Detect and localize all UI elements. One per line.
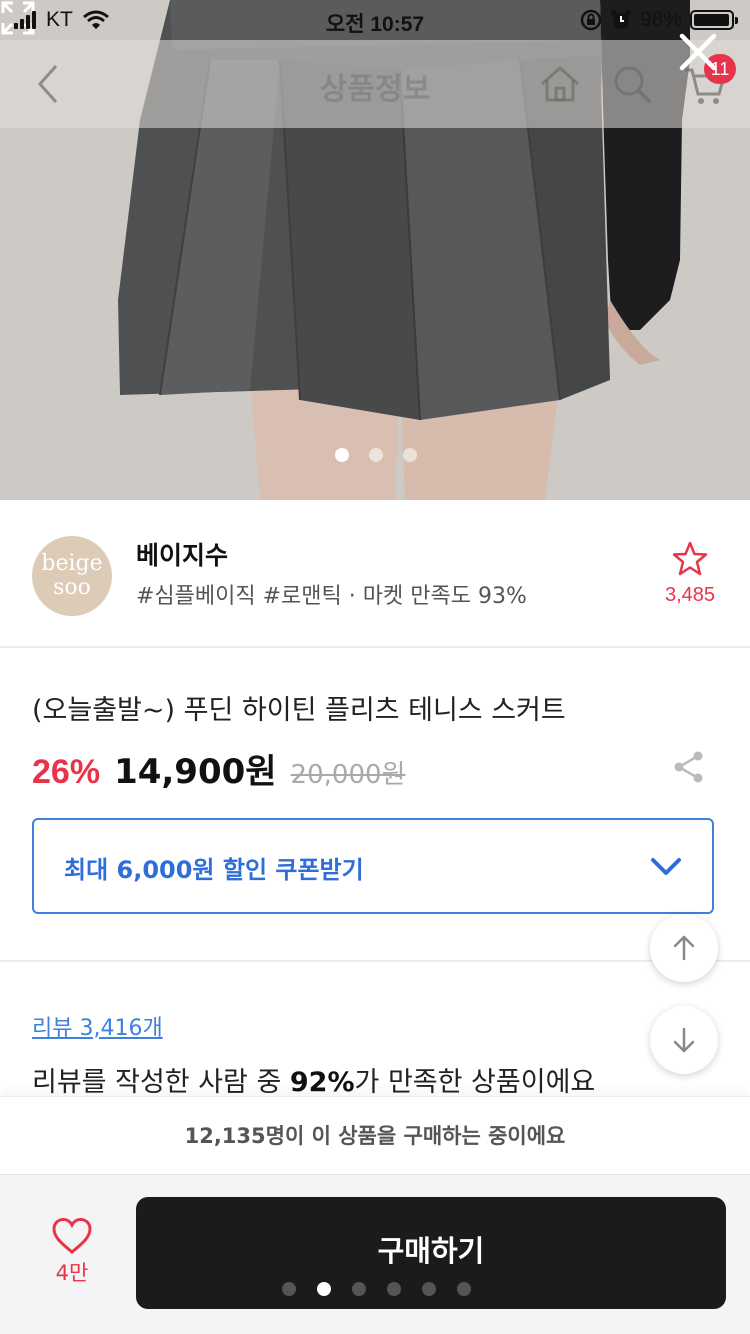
- battery-percent: 98%: [639, 8, 682, 31]
- sale-price: 14,900원: [114, 752, 277, 792]
- original-price: 20,000원: [290, 760, 406, 790]
- review-satisfaction: 리뷰를 작성한 사람 중 92%가 만족한 상품이에요: [32, 1067, 596, 1098]
- indicator-dot: [387, 1282, 401, 1296]
- status-bar: KT 오전 10:57 98%: [0, 0, 750, 40]
- heart-icon: [52, 1217, 92, 1254]
- like-button[interactable]: 4만: [30, 1217, 114, 1287]
- buying-now-banner: 12,135명이 이 상품을 구매하는 중이에요: [0, 1096, 750, 1174]
- arrow-down-icon: [673, 1027, 695, 1053]
- top-nav: 상품정보: [0, 40, 750, 128]
- product-title: (오늘출발~) 푸딘 하이틴 플리츠 테니스 스커트: [32, 695, 566, 726]
- home-icon[interactable]: [538, 62, 582, 106]
- indicator-dot: [369, 448, 383, 462]
- share-icon[interactable]: [672, 750, 706, 784]
- store-logo[interactable]: beige soo: [32, 536, 112, 616]
- battery-icon: [690, 10, 738, 30]
- orientation-lock-icon: [580, 9, 602, 31]
- store-tags: #심플베이직 #로맨틱 · 마켓 만족도 93%: [136, 584, 527, 609]
- coupon-label: 최대 6,000원 할인 쿠폰받기: [64, 856, 364, 884]
- store-name[interactable]: 베이지수: [136, 536, 228, 572]
- indicator-dot: [403, 448, 417, 462]
- indicator-dot: [317, 1282, 331, 1296]
- store-info[interactable]: beige soo 베이지수 #심플베이직 #로맨틱 · 마켓 만족도 93% …: [0, 500, 750, 648]
- product-info: (오늘출발~) 푸딘 하이틴 플리츠 테니스 스커트 26% 14,900원 2…: [0, 650, 750, 962]
- carousel-indicator: [335, 448, 417, 462]
- indicator-dot: [335, 448, 349, 462]
- coupon-button[interactable]: 최대 6,000원 할인 쿠폰받기: [32, 818, 714, 914]
- indicator-dot: [457, 1282, 471, 1296]
- indicator-dot: [422, 1282, 436, 1296]
- scroll-top-button[interactable]: [650, 914, 718, 982]
- like-count: 4만: [55, 1261, 89, 1285]
- review-summary: 리뷰 3,416개 리뷰를 작성한 사람 중 92%가 만족한 상품이에요: [0, 962, 750, 1102]
- review-percent: 92%: [289, 1067, 355, 1098]
- page-indicator: [282, 1282, 471, 1296]
- close-icon[interactable]: [676, 30, 720, 74]
- purchase-bar: 4만 구매하기: [0, 1174, 750, 1334]
- arrow-up-icon: [673, 935, 695, 961]
- scroll-bottom-button[interactable]: [650, 1006, 718, 1074]
- indicator-dot: [282, 1282, 296, 1296]
- price-row: 26% 14,900원 20,000원: [32, 744, 405, 793]
- review-count-link[interactable]: 리뷰 3,416개: [32, 1010, 163, 1042]
- store-favorite-button[interactable]: 3,485: [650, 540, 730, 607]
- search-icon[interactable]: [610, 62, 654, 106]
- discount-rate: 26%: [32, 753, 101, 791]
- indicator-dot: [352, 1282, 366, 1296]
- star-icon: [672, 541, 708, 576]
- chevron-down-icon: [651, 858, 681, 875]
- store-favorite-count: 3,485: [664, 584, 716, 606]
- alarm-icon: [610, 10, 631, 29]
